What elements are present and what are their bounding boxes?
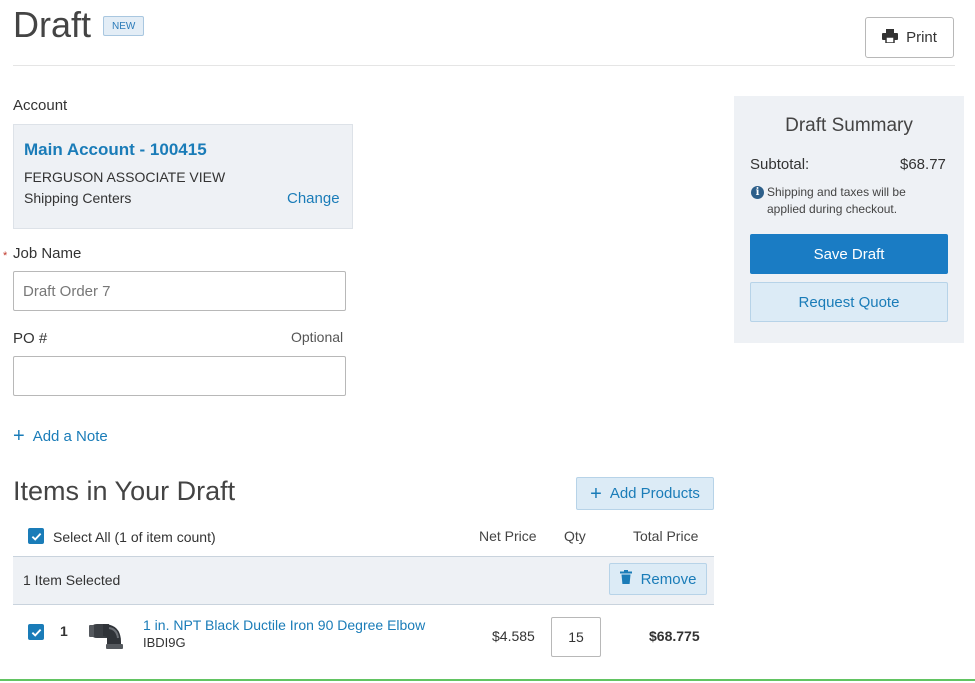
request-quote-button[interactable]: Request Quote xyxy=(750,282,948,322)
page-title: Draft xyxy=(13,4,92,45)
shipping-note: Shipping and taxes will be applied durin… xyxy=(767,185,906,216)
add-note-link[interactable]: + Add a Note xyxy=(13,426,108,446)
required-marker: * xyxy=(3,250,8,262)
save-draft-button[interactable]: Save Draft xyxy=(750,234,948,274)
print-label: Print xyxy=(906,29,937,46)
row-checkbox[interactable] xyxy=(28,624,44,640)
column-header-total-price: Total Price xyxy=(633,528,699,544)
print-button[interactable]: Print xyxy=(865,17,954,58)
column-header-qty: Qty xyxy=(564,528,586,544)
quantity-input[interactable]: 15 xyxy=(551,617,601,657)
account-name: Main Account - 100415 xyxy=(24,140,207,159)
plus-icon: + xyxy=(13,425,25,447)
status-badge: NEW xyxy=(103,16,145,36)
header-divider xyxy=(13,65,955,66)
select-all-label: Select All (1 of item count) xyxy=(53,529,216,545)
printer-icon xyxy=(882,28,899,47)
remove-button[interactable]: Remove xyxy=(609,563,707,595)
net-price: $4.585 xyxy=(492,628,535,644)
selection-count: 1 Item Selected xyxy=(23,572,121,588)
po-input[interactable] xyxy=(13,356,346,396)
account-company: FERGUSON ASSOCIATE VIEW xyxy=(24,169,226,185)
info-icon: i xyxy=(751,186,764,199)
plus-icon: + xyxy=(590,482,602,505)
po-label: PO # xyxy=(13,330,48,347)
account-label: Account xyxy=(13,97,68,114)
row-index: 1 xyxy=(60,623,68,639)
subtotal-label: Subtotal: xyxy=(750,156,810,173)
add-products-label: Add Products xyxy=(609,485,700,502)
bottom-divider xyxy=(0,679,975,681)
column-header-net-price: Net Price xyxy=(479,528,537,544)
job-name-input[interactable]: Draft Order 7 xyxy=(13,271,346,311)
select-all-checkbox[interactable] xyxy=(28,528,44,544)
trash-icon xyxy=(619,570,632,588)
account-branch: Shipping Centers xyxy=(24,190,132,206)
remove-label: Remove xyxy=(640,570,697,588)
product-name-link[interactable]: 1 in. NPT Black Ductile Iron 90 Degree E… xyxy=(143,617,425,633)
add-note-label: Add a Note xyxy=(32,427,108,445)
product-sku: IBDI9G xyxy=(143,635,186,650)
summary-title: Draft Summary xyxy=(785,115,913,136)
add-products-button[interactable]: + Add Products xyxy=(576,477,714,510)
total-price: $68.775 xyxy=(649,628,700,644)
items-title: Items in Your Draft xyxy=(13,476,236,506)
optional-hint: Optional xyxy=(291,329,344,345)
subtotal-value: $68.77 xyxy=(900,156,946,173)
product-image[interactable] xyxy=(87,616,129,654)
change-account-link[interactable]: Change xyxy=(287,190,340,207)
job-name-label: Job Name xyxy=(13,245,82,262)
